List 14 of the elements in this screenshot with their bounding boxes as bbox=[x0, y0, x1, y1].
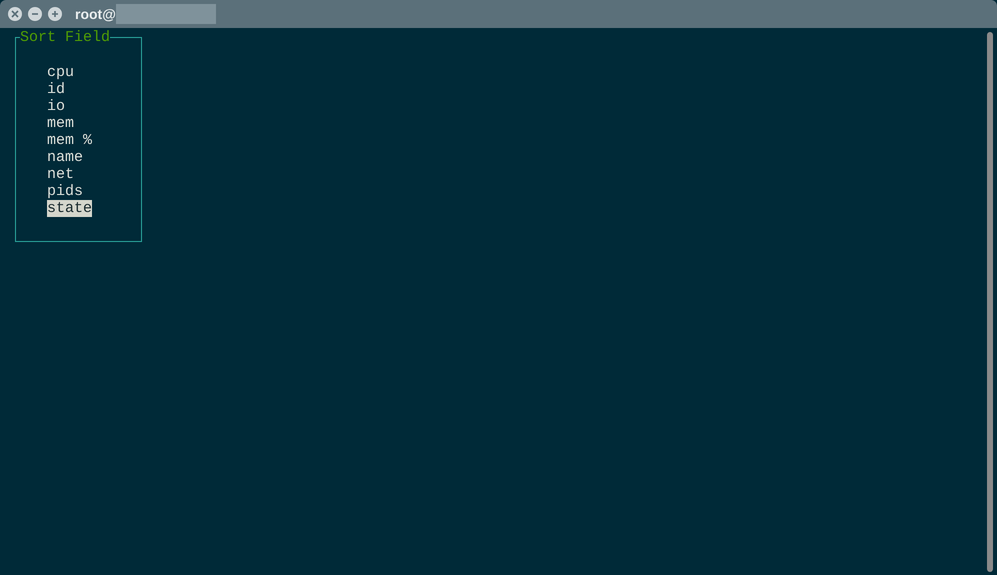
minimize-icon[interactable] bbox=[28, 7, 42, 21]
sort-field-option[interactable]: mem % bbox=[47, 132, 92, 149]
close-icon[interactable] bbox=[8, 7, 22, 21]
sort-field-option[interactable]: pids bbox=[47, 183, 84, 200]
sort-field-option[interactable]: mem bbox=[47, 115, 74, 132]
sort-field-option[interactable]: net bbox=[47, 166, 74, 183]
window-title: root@ bbox=[75, 4, 116, 24]
sort-field-option[interactable]: cpu bbox=[47, 64, 74, 81]
sort-field-option[interactable]: name bbox=[47, 149, 84, 166]
sort-field-option[interactable]: io bbox=[47, 98, 66, 115]
sort-field-option[interactable]: id bbox=[47, 81, 66, 98]
maximize-icon[interactable] bbox=[48, 7, 62, 21]
sort-field-option[interactable]: state bbox=[47, 200, 92, 217]
scrollbar[interactable] bbox=[987, 32, 993, 572]
